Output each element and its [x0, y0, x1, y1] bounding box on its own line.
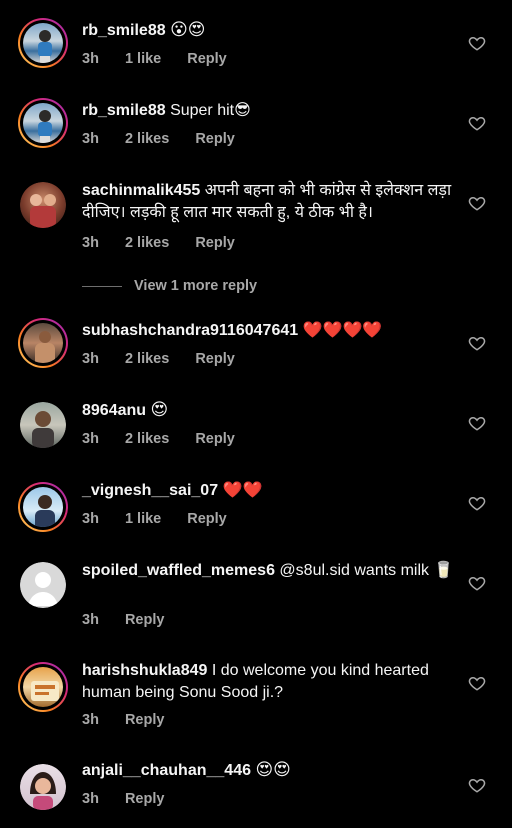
comment-meta: 3h Reply	[82, 712, 186, 728]
heart-outline-icon[interactable]	[468, 776, 486, 794]
avatar[interactable]	[18, 18, 68, 68]
comment-time: 3h	[82, 791, 99, 807]
comment-username[interactable]: anjali__chauhan__446	[82, 762, 251, 779]
avatar[interactable]	[20, 402, 66, 448]
comment-body: @s8ul.sid wants milk 🥛	[279, 562, 454, 579]
comment-meta: 3h 2 likes Reply	[82, 131, 257, 147]
comment-username[interactable]: harishshukla849	[82, 662, 207, 679]
comment-meta: 3h Reply	[82, 791, 186, 807]
heart-outline-icon[interactable]	[468, 114, 486, 132]
reply-button[interactable]: Reply	[125, 791, 165, 807]
comment-likes[interactable]: 1 like	[125, 51, 161, 67]
comment-username[interactable]: _vignesh__sai_07	[82, 482, 218, 499]
comment-meta: 3h Reply	[82, 612, 186, 628]
heart-outline-icon[interactable]	[468, 494, 486, 512]
comment-meta: 3h 1 like Reply	[82, 51, 249, 67]
heart-outline-icon[interactable]	[468, 414, 486, 432]
divider-line	[82, 286, 122, 287]
reply-button[interactable]: Reply	[195, 235, 235, 251]
reply-button[interactable]: Reply	[125, 612, 165, 628]
comment-text: 8964anu 😍	[82, 400, 458, 422]
comment-username[interactable]: subhashchandra9116047641	[82, 322, 298, 339]
comment-username[interactable]: sachinmalik455	[82, 182, 200, 199]
comment-body: Super hit😎	[170, 102, 251, 119]
heart-outline-icon[interactable]	[468, 574, 486, 592]
comment-meta: 3h 2 likes Reply	[82, 351, 257, 367]
comment-text: anjali__chauhan__446 😍😍	[82, 760, 458, 782]
comment-time: 3h	[82, 51, 99, 67]
reply-button[interactable]: Reply	[187, 51, 227, 67]
comment-text: sachinmalik455 अपनी बहना को भी कांग्रेस …	[82, 180, 462, 224]
comment-text: subhashchandra9116047641 ❤️❤️❤️❤️	[82, 320, 472, 342]
comment-body: 😮😍	[170, 20, 206, 39]
comment-body: 😍	[150, 400, 169, 419]
heart-outline-icon[interactable]	[468, 194, 486, 212]
comment-text: spoiled_waffled_memes6 @s8ul.sid wants m…	[82, 560, 462, 582]
comment-body: 😍😍	[255, 760, 291, 779]
reply-button[interactable]: Reply	[195, 351, 235, 367]
comment-text: rb_smile88 Super hit😎	[82, 100, 458, 122]
view-more-label[interactable]: View 1 more reply	[134, 278, 257, 294]
avatar[interactable]	[20, 764, 66, 810]
reply-button[interactable]: Reply	[195, 131, 235, 147]
reply-button[interactable]: Reply	[125, 712, 165, 728]
reply-button[interactable]: Reply	[195, 431, 235, 447]
avatar[interactable]	[18, 662, 68, 712]
comment-likes[interactable]: 2 likes	[125, 235, 169, 251]
comment-time: 3h	[82, 511, 99, 527]
avatar[interactable]	[20, 182, 66, 228]
comment-likes[interactable]: 2 likes	[125, 351, 169, 367]
comment-time: 3h	[82, 612, 99, 628]
heart-outline-icon[interactable]	[468, 674, 486, 692]
comment-text: harishshukla849 I do welcome you kind he…	[82, 660, 462, 704]
comment-username[interactable]: rb_smile88	[82, 102, 166, 119]
comment-time: 3h	[82, 235, 99, 251]
comment-body: ❤️❤️❤️❤️	[302, 322, 383, 339]
comment-username[interactable]: 8964anu	[82, 402, 146, 419]
comment-time: 3h	[82, 431, 99, 447]
comment-meta: 3h 2 likes Reply	[82, 431, 257, 447]
comment-time: 3h	[82, 131, 99, 147]
avatar[interactable]	[18, 482, 68, 532]
heart-outline-icon[interactable]	[468, 334, 486, 352]
comment-username[interactable]: rb_smile88	[82, 22, 166, 39]
reply-button[interactable]: Reply	[187, 511, 227, 527]
comment-time: 3h	[82, 351, 99, 367]
comment-username[interactable]: spoiled_waffled_memes6	[82, 562, 275, 579]
comment-text: rb_smile88 😮😍	[82, 20, 458, 42]
avatar[interactable]	[18, 98, 68, 148]
comment-time: 3h	[82, 712, 99, 728]
comment-likes[interactable]: 2 likes	[125, 431, 169, 447]
heart-outline-icon[interactable]	[468, 34, 486, 52]
comment-text: _vignesh__sai_07 ❤️❤️	[82, 480, 458, 502]
comment-meta: 3h 2 likes Reply	[82, 235, 257, 251]
avatar[interactable]	[20, 562, 66, 608]
comment-likes[interactable]: 1 like	[125, 511, 161, 527]
comment-likes[interactable]: 2 likes	[125, 131, 169, 147]
comment-meta: 3h 1 like Reply	[82, 511, 249, 527]
avatar[interactable]	[18, 318, 68, 368]
comment-body: ❤️❤️	[222, 482, 263, 499]
